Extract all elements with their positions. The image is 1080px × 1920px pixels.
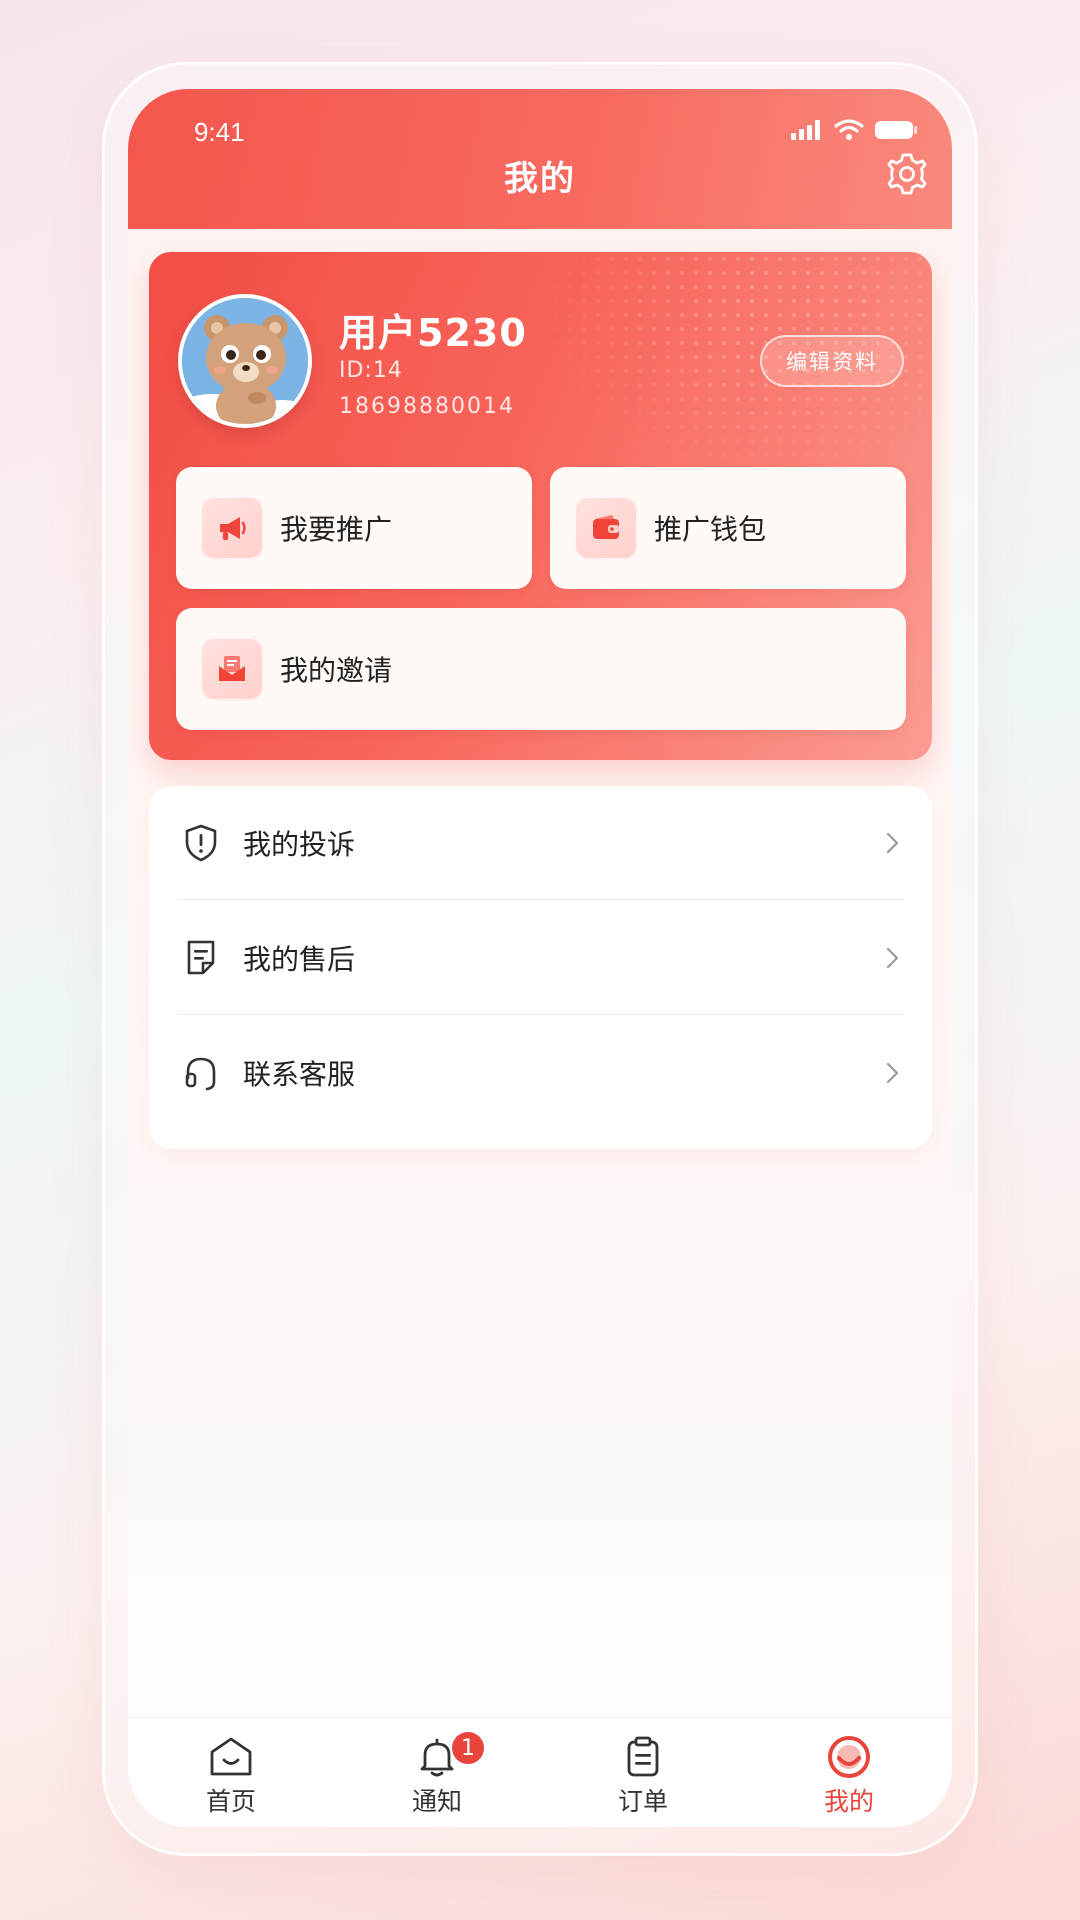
menu-item-customer-service[interactable]: 联系客服 (149, 1016, 932, 1130)
promote-button[interactable]: 我要推广 (176, 467, 532, 589)
user-phone: 18698880014 (339, 394, 515, 419)
wallet-label: 推广钱包 (654, 513, 767, 546)
my-invitations-button[interactable]: 我的邀请 (176, 608, 906, 730)
chevron-right-icon (886, 1062, 899, 1084)
edit-profile-button[interactable]: 编辑资料 (760, 335, 904, 387)
divider (177, 899, 904, 900)
invite-label: 我的邀请 (280, 654, 393, 687)
phone-screen: 9:41 我的 用户5230 ID:14 18698880014 编辑资料 我要… (128, 89, 952, 1827)
tab-orders[interactable]: 订单 (540, 1718, 746, 1827)
headset-icon (181, 1053, 221, 1093)
envelope-icon (200, 637, 264, 701)
menu-item-label: 我的售后 (243, 943, 356, 976)
tab-label: 通知 (411, 1787, 462, 1816)
tab-mine[interactable]: 我的 (746, 1718, 952, 1827)
signal-icon (791, 120, 820, 140)
megaphone-icon (200, 496, 264, 560)
profile-icon (826, 1734, 872, 1780)
wifi-icon (834, 119, 864, 140)
tab-notifications[interactable]: 通知 1 (334, 1718, 540, 1827)
tab-label: 订单 (617, 1787, 668, 1816)
profile-card: 用户5230 ID:14 18698880014 编辑资料 我要推广 推广钱包 … (149, 252, 932, 760)
notification-badge: 1 (450, 1730, 486, 1766)
chevron-right-icon (886, 832, 899, 854)
menu-item-label: 我的投诉 (243, 828, 356, 861)
bottom-tab-bar: 首页 通知 1 订单 我的 (128, 1717, 952, 1827)
user-id: ID:14 (339, 358, 403, 383)
home-icon (208, 1734, 254, 1780)
status-icons (790, 119, 918, 141)
menu-item-after-sales[interactable]: 我的售后 (149, 901, 932, 1015)
settings-gear-icon[interactable] (884, 151, 930, 197)
clipboard-icon (620, 1734, 666, 1780)
avatar[interactable] (178, 294, 312, 428)
menu-item-complaints[interactable]: 我的投诉 (149, 786, 932, 900)
app-header: 9:41 我的 (128, 89, 952, 229)
page-title: 我的 (504, 159, 576, 199)
status-time: 9:41 (194, 117, 245, 147)
menu-list: 我的投诉 我的售后 联系客服 (149, 786, 932, 1149)
battery-icon (875, 121, 917, 139)
bear-avatar-icon (182, 298, 308, 424)
wallet-icon (574, 496, 638, 560)
divider (177, 1014, 904, 1015)
tab-label: 我的 (823, 1787, 874, 1816)
menu-item-label: 联系客服 (243, 1058, 356, 1091)
promotion-wallet-button[interactable]: 推广钱包 (550, 467, 906, 589)
username: 用户5230 (339, 311, 527, 355)
chevron-right-icon (886, 947, 899, 969)
shield-alert-icon (181, 823, 221, 863)
promote-label: 我要推广 (280, 513, 393, 546)
receipt-icon (181, 938, 221, 978)
tab-home[interactable]: 首页 (128, 1718, 334, 1827)
tab-label: 首页 (205, 1787, 256, 1816)
